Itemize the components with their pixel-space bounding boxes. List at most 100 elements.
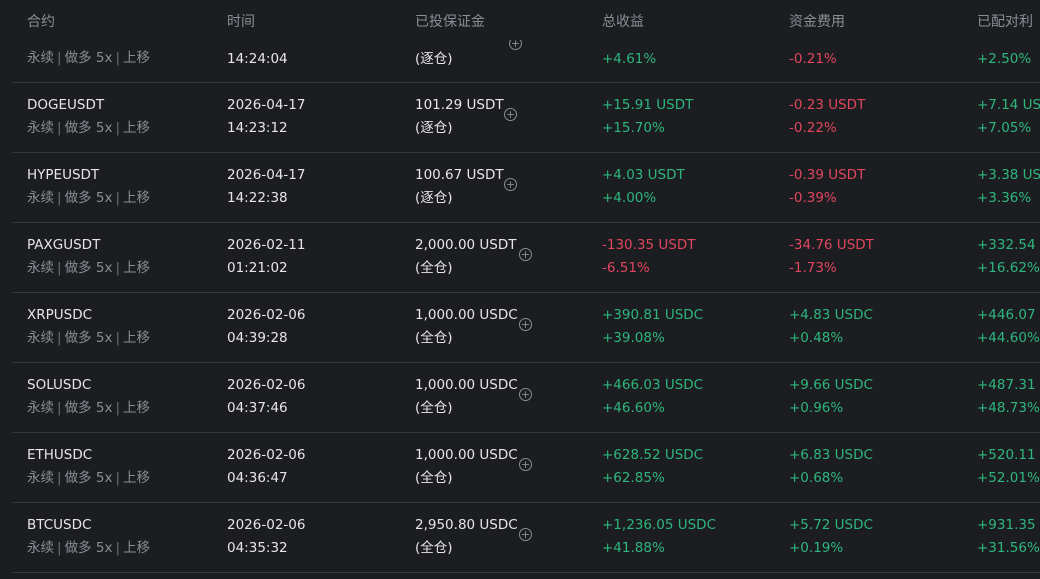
contract-sub: 永续 | 做多 5x | 上移 [27, 50, 150, 66]
time-date: 2026-02-06 [227, 377, 306, 393]
contract-type: 永续 [27, 260, 54, 276]
plus-circle-icon[interactable]: + [519, 528, 532, 541]
contract-side-leverage: 做多 5x [64, 330, 113, 346]
col-header-total-pnl[interactable]: 总收益 [602, 11, 644, 31]
allocated-percent: +52.01% [977, 470, 1040, 486]
pnl-amount: +4.03 USDT [602, 167, 685, 183]
time-clock: 04:36:47 [227, 470, 288, 486]
plus-circle-icon[interactable]: + [519, 458, 532, 471]
contract-type: 永续 [27, 50, 54, 66]
margin-mode: (全仓) [415, 330, 453, 346]
contract-type: 永续 [27, 470, 54, 486]
allocated-percent: +16.62% [977, 260, 1040, 276]
pnl-percent: +15.70% [602, 120, 665, 136]
contract-sub: 永续 | 做多 5x | 上移 [27, 190, 150, 206]
funding-percent: +0.19% [789, 540, 844, 556]
contract-symbol[interactable]: SOLUSDC [27, 374, 91, 397]
contract-type: 永续 [27, 540, 54, 556]
allocated-percent: +3.36% [977, 190, 1032, 206]
allocated-amount: +520.11 [977, 447, 1036, 463]
pnl-percent: +41.88% [602, 540, 665, 556]
col-header-allocated[interactable]: 已配对利 [977, 11, 1033, 31]
table-row[interactable]: DOGEUSDT 永续 | 做多 5x | 上移 2026-04-17 14:23:12 101… [12, 82, 1040, 153]
col-header-margin[interactable]: 已投保证金 [415, 11, 485, 31]
table-row[interactable]: ETHUSDC 永续 | 做多 5x | 上移 2026-02-06 04:36:47 1,00… [12, 432, 1040, 503]
margin-mode: (全仓) [415, 260, 453, 276]
contract-side-leverage: 做多 5x [64, 470, 113, 486]
margin-amount: 2,950.80 USDC [415, 517, 518, 533]
allocated-amount: +3.38 US [977, 167, 1040, 183]
contract-mode: 上移 [123, 470, 150, 486]
contract-mode: 上移 [123, 120, 150, 136]
time-date: 2026-02-11 [227, 237, 306, 253]
contract-type: 永续 [27, 190, 54, 206]
table-row-partial[interactable]: 永续 | 做多 5x | 上移 14:24:04 (逐仓) + +4.61% -0.21… [12, 37, 1040, 83]
funding-amount: +9.66 USDC [789, 377, 873, 393]
pnl-amount: +466.03 USDC [602, 377, 704, 393]
time-date: 2026-04-17 [227, 167, 306, 183]
contract-sub: 永续 | 做多 5x | 上移 [27, 470, 150, 486]
margin-mode: (全仓) [415, 540, 453, 556]
contract-symbol[interactable]: XRPUSDC [27, 304, 92, 327]
pnl-amount: -130.35 USDT [602, 237, 696, 253]
col-header-funding[interactable]: 资金费用 [789, 11, 845, 31]
margin-amount: 101.29 USDT [415, 97, 504, 113]
pnl-percent: +39.08% [602, 330, 665, 346]
plus-circle-icon[interactable]: + [519, 388, 532, 401]
funding-percent: -1.73% [789, 260, 837, 276]
margin-mode: (逐仓) [415, 190, 453, 206]
table-row[interactable]: BTCUSDC 永续 | 做多 5x | 上移 2026-02-06 04:35:32 2,95… [12, 502, 1040, 573]
contract-symbol[interactable]: PAXGUSDT [27, 234, 100, 257]
time-clock: 04:39:28 [227, 330, 288, 346]
pnl-percent: -6.51% [602, 260, 650, 276]
margin-amount: 1,000.00 USDC [415, 447, 518, 463]
table-row[interactable]: PAXGUSDT 永续 | 做多 5x | 上移 2026-02-11 01:21:02 2,0… [12, 222, 1040, 293]
time-date: 2026-02-06 [227, 307, 306, 323]
funding-amount: -0.23 USDT [789, 97, 866, 113]
contract-symbol[interactable]: DOGEUSDT [27, 94, 104, 117]
allocated-amount: +332.54 [977, 237, 1036, 253]
funding-amount: -0.39 USDT [789, 167, 866, 183]
plus-circle-icon[interactable]: + [519, 248, 532, 261]
pnl-percent: +46.60% [602, 400, 665, 416]
col-header-contract[interactable]: 合约 [27, 11, 55, 31]
plus-circle-icon[interactable]: + [504, 178, 517, 191]
margin-amount: 2,000.00 USDT [415, 237, 517, 253]
contract-side-leverage: 做多 5x [64, 540, 113, 556]
contract-symbol[interactable]: HYPEUSDT [27, 164, 99, 187]
contract-mode: 上移 [123, 190, 150, 206]
contract-symbol[interactable]: ETHUSDC [27, 444, 92, 467]
contract-mode: 上移 [123, 330, 150, 346]
contract-mode: 上移 [123, 50, 150, 66]
contract-mode: 上移 [123, 260, 150, 276]
time-clock: 14:24:04 [227, 51, 288, 67]
contract-side-leverage: 做多 5x [64, 190, 113, 206]
allocated-amount: +931.35 [977, 517, 1036, 533]
col-header-time[interactable]: 时间 [227, 11, 255, 31]
contract-symbol[interactable]: BTCUSDC [27, 514, 91, 537]
contract-sub: 永续 | 做多 5x | 上移 [27, 260, 150, 276]
allocated-amount: +446.07 [977, 307, 1036, 323]
contract-sub: 永续 | 做多 5x | 上移 [27, 400, 150, 416]
funding-amount: +6.83 USDC [789, 447, 873, 463]
funding-amount: +4.83 USDC [789, 307, 873, 323]
pnl-percent: +4.61% [602, 51, 657, 67]
margin-amount: 1,000.00 USDC [415, 377, 518, 393]
table-row[interactable]: XRPUSDC 永续 | 做多 5x | 上移 2026-02-06 04:39:28 1,00… [12, 292, 1040, 363]
allocated-amount: +7.14 US [977, 97, 1040, 113]
time-date: 2026-02-06 [227, 447, 306, 463]
time-clock: 14:23:12 [227, 120, 288, 136]
margin-amount: 1,000.00 USDC [415, 307, 518, 323]
table-row[interactable]: HYPEUSDT 永续 | 做多 5x | 上移 2026-04-17 14:22:38 100… [12, 152, 1040, 223]
plus-circle-icon[interactable]: + [504, 108, 517, 121]
table-header: 合约 时间 已投保证金 总收益 资金费用 已配对利 [0, 0, 1040, 40]
contract-side-leverage: 做多 5x [64, 400, 113, 416]
table-row[interactable]: SOLUSDC 永续 | 做多 5x | 上移 2026-02-06 04:37:46 1,00… [12, 362, 1040, 433]
plus-circle-icon[interactable]: + [519, 318, 532, 331]
pnl-amount: +1,236.05 USDC [602, 517, 716, 533]
pnl-amount: +390.81 USDC [602, 307, 704, 323]
time-date: 2026-02-06 [227, 517, 306, 533]
pnl-percent: +62.85% [602, 470, 665, 486]
margin-mode: (逐仓) [415, 51, 453, 67]
time-clock: 14:22:38 [227, 190, 288, 206]
